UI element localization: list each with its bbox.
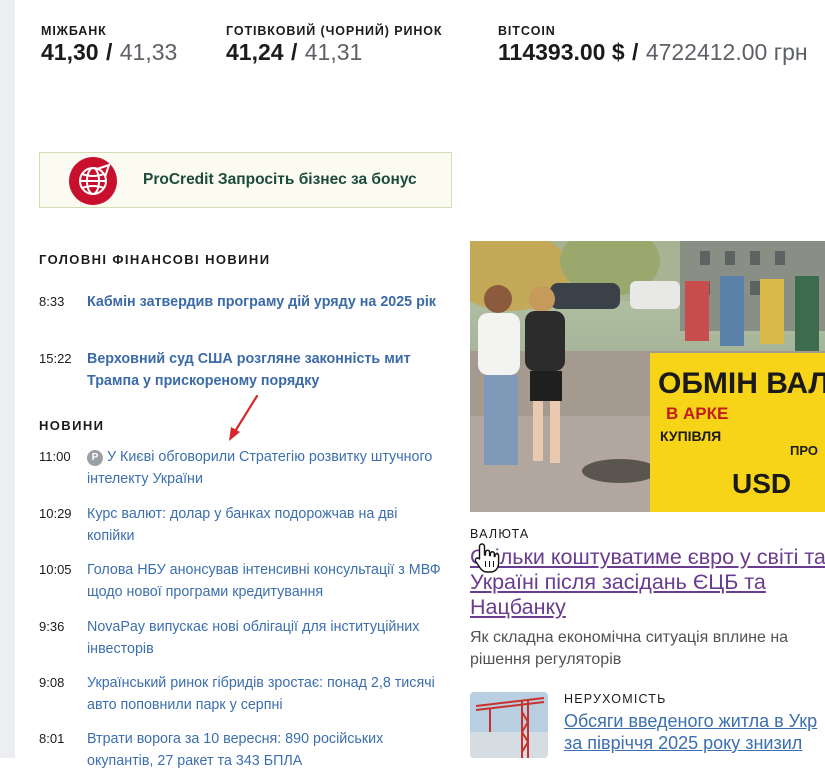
rate-separator: / <box>632 39 639 65</box>
section-title-news: НОВИНИ <box>39 418 105 433</box>
card-title-line: Обсяги введеного житла в Укр <box>564 711 818 731</box>
banner-text: ProCredit Запросіть бізнес за бонус <box>143 171 417 188</box>
rate-separator: / <box>105 39 113 65</box>
featured-lead-line: Як складна економічна ситуація вплине на <box>470 629 789 646</box>
featured-photo[interactable]: ОБМІН ВАЛЮТ В АРКЕ КУПІВЛЯ ПРО USD <box>470 241 825 512</box>
rate-label: BITCOIN <box>498 24 556 38</box>
rate-buy: 114393.00 $ <box>498 39 625 65</box>
featured-photo-illustration: ОБМІН ВАЛЮТ В АРКЕ КУПІВЛЯ ПРО USD <box>470 241 825 512</box>
featured-title-line: Скільки коштуватиме євро у світі та <box>470 545 825 569</box>
news-link[interactable]: NovaPay випускає нові облігації для інст… <box>87 616 442 660</box>
rate-sell: 41,33 <box>119 39 178 65</box>
news-link[interactable]: Український ринок гібридів зростає: пона… <box>87 672 442 716</box>
news-link[interactable]: Втрати ворога за 10 вересня: 890 російсь… <box>87 728 442 772</box>
crane-photo-illustration <box>470 692 548 758</box>
sign-line-2: В АРКЕ <box>666 404 728 423</box>
card-title-line: за півріччя 2025 року знизил <box>564 733 803 753</box>
news-time: 9:08 <box>39 675 65 690</box>
sign-line-4: ПРО <box>790 443 818 458</box>
card-title-link[interactable]: Обсяги введеного житла в Укр за півріччя… <box>564 710 825 754</box>
rate-sell: 41,31 <box>304 39 363 65</box>
card-thumbnail[interactable] <box>470 692 548 758</box>
featured-title-line: Україні після засідань ЄЦБ та <box>470 570 766 594</box>
news-link[interactable]: Голова НБУ анонсував інтенсивні консульт… <box>87 559 442 603</box>
procredit-banner[interactable]: ProCredit Запросіть бізнес за бонус <box>39 152 452 208</box>
rate-bitcoin[interactable]: BITCOIN 114393.00 $ / 4722412.00 грн <box>498 24 808 65</box>
news-link[interactable]: Верховний суд США розгляне законність ми… <box>87 348 442 392</box>
news-time: 10:29 <box>39 506 72 521</box>
featured-lead-line: рішення регуляторів <box>470 651 622 668</box>
news-time: 9:36 <box>39 619 65 634</box>
procredit-globe-icon <box>69 157 117 205</box>
sign-line-5: USD <box>732 468 791 499</box>
news-link[interactable]: Курс валют: долар у банках подорожчав на… <box>87 503 442 547</box>
news-time: 15:22 <box>39 351 72 366</box>
page-left-strip <box>0 0 15 758</box>
sign-line-1: ОБМІН ВАЛЮТ <box>658 367 825 400</box>
featured-title-line: Нацбанку <box>470 595 566 619</box>
rate-label: МІЖБАНК <box>41 24 107 38</box>
red-arrow-annotation-icon <box>229 394 259 441</box>
rate-label: ГОТІВКОВИЙ (ЧОРНИЙ) РИНОК <box>226 24 443 38</box>
news-time: 8:01 <box>39 731 65 746</box>
partner-badge-icon: P <box>87 450 103 466</box>
section-title-main-news: ГОЛОВНІ ФІНАНСОВІ НОВИНИ <box>39 252 271 267</box>
news-time: 11:00 <box>39 449 71 464</box>
hand-pointer-icon <box>474 543 500 573</box>
card-category[interactable]: НЕРУХОМІСТЬ <box>564 692 667 706</box>
featured-lead: Як складна економічна ситуація вплине на… <box>470 627 825 671</box>
news-link[interactable]: PУ Києві обговорили Стратегію розвитку ш… <box>87 446 442 490</box>
rate-buy: 41,30 <box>41 39 99 65</box>
featured-title-link[interactable]: Скільки коштуватиме євро у світі та Укра… <box>470 545 825 620</box>
rate-separator: / <box>290 39 298 65</box>
sign-line-3: КУПІВЛЯ <box>660 428 721 444</box>
news-title: У Києві обговорили Стратегію розвитку шт… <box>87 449 433 487</box>
news-time: 10:05 <box>39 562 72 577</box>
rate-values: 41,24 / 41,31 <box>226 39 442 65</box>
rate-buy: 41,24 <box>226 39 284 65</box>
news-time: 8:33 <box>39 294 65 309</box>
rate-interbank[interactable]: МІЖБАНК 41,30 / 41,33 <box>41 24 177 65</box>
rate-cash-market[interactable]: ГОТІВКОВИЙ (ЧОРНИЙ) РИНОК 41,24 / 41,31 <box>226 24 442 65</box>
featured-category[interactable]: ВАЛЮТА <box>470 527 529 541</box>
news-link[interactable]: Кабмін затвердив програму дій уряду на 2… <box>87 291 442 313</box>
rate-values: 41,30 / 41,33 <box>41 39 177 65</box>
rate-values: 114393.00 $ / 4722412.00 грн <box>498 39 808 65</box>
rate-sell: 4722412.00 грн <box>645 39 808 65</box>
